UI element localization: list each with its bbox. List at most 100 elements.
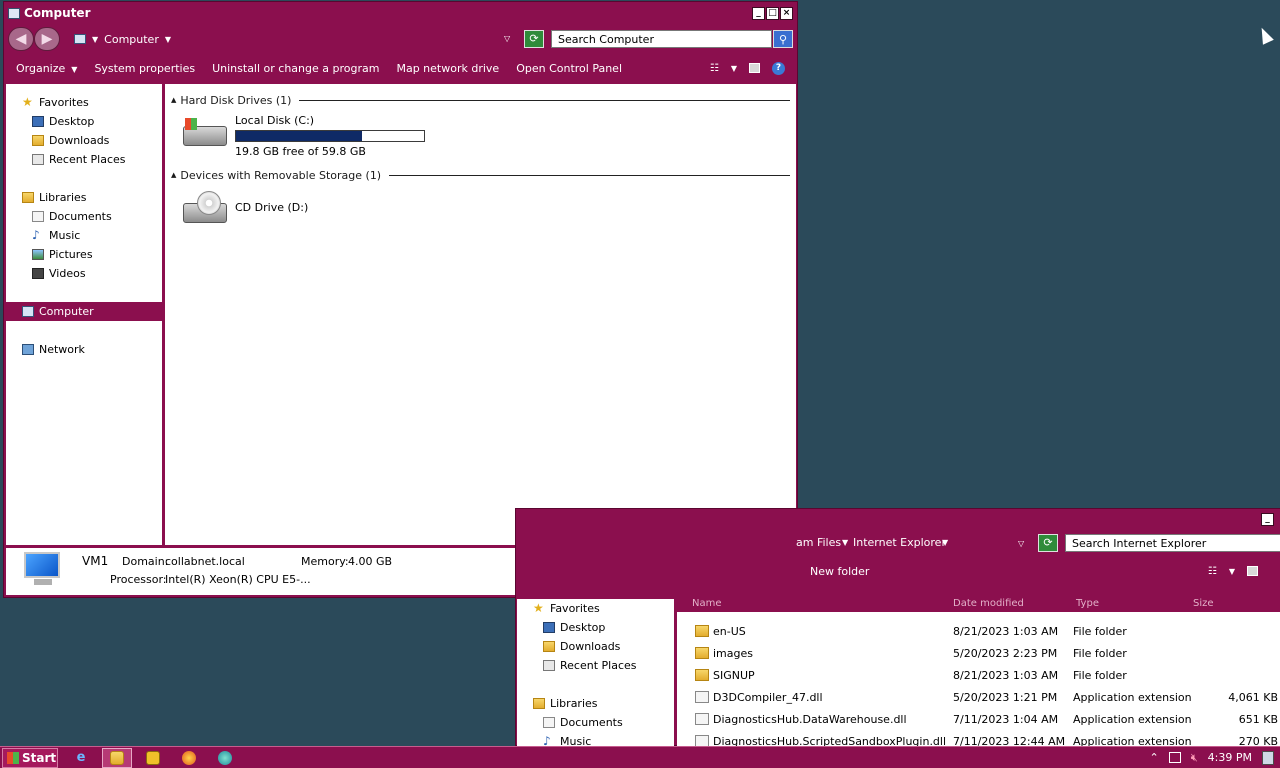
nav-label: Music — [49, 229, 81, 242]
open-control-panel-button[interactable]: Open Control Panel — [516, 62, 622, 75]
group-title: Hard Disk Drives (1) — [180, 93, 292, 107]
windows-logo-icon — [7, 751, 19, 764]
address-history-dropdown[interactable]: ▽ — [504, 34, 510, 43]
refresh-button[interactable]: ⟳ — [1038, 534, 1058, 552]
system-properties-button[interactable]: System properties — [94, 62, 195, 75]
table-row[interactable]: en-US 8/21/2023 1:03 AM File folder — [695, 621, 1280, 641]
nav-documents[interactable]: Documents — [6, 207, 162, 226]
nav-libraries[interactable]: Libraries — [6, 188, 162, 207]
volume-muted-icon[interactable]: 🔇︎ — [1191, 751, 1198, 765]
taskbar-firefox[interactable] — [174, 748, 204, 768]
collapse-icon[interactable]: ▲ — [171, 96, 176, 104]
table-row[interactable]: DiagnosticsHub.DataWarehouse.dll 7/11/202… — [695, 709, 1280, 729]
back-button[interactable]: ◀ — [8, 27, 34, 51]
column-size[interactable]: Size — [1193, 598, 1214, 609]
breadcrumb-program-files[interactable]: am Files — [796, 536, 841, 549]
organize-label: Organize — [16, 61, 66, 75]
domain-value: collabnet.local — [165, 555, 245, 568]
file-type: File folder — [1073, 624, 1127, 638]
minimize-button[interactable]: _ — [1261, 512, 1274, 526]
drive-local-disk[interactable]: Local Disk (C:) 19.8 GB free of 59.8 GB — [181, 114, 790, 158]
downloads-icon — [32, 135, 44, 146]
drive-name: CD Drive (D:) — [235, 201, 309, 214]
column-type[interactable]: Type — [1076, 598, 1099, 609]
nav-computer[interactable]: Computer — [6, 302, 162, 321]
search-button[interactable]: ⚲ — [773, 30, 793, 48]
nav-label: Favorites — [39, 96, 89, 109]
star-icon: ★ — [533, 601, 544, 615]
back-arrow-icon: ◀ — [15, 31, 27, 47]
preview-pane-icon[interactable] — [1247, 566, 1258, 576]
column-date-modified[interactable]: Date modified — [953, 598, 1024, 609]
nav-label: Downloads — [560, 640, 621, 653]
table-row[interactable]: D3DCompiler_47.dll 5/20/2023 1:21 PM Appli… — [695, 687, 1280, 707]
address-history-dropdown[interactable]: ▽ — [1018, 539, 1024, 548]
view-options-icon[interactable]: ☷ — [1208, 566, 1217, 577]
taskbar-explorer[interactable] — [102, 747, 132, 768]
breadcrumb-internet-explorer[interactable]: Internet Explorer — [853, 536, 946, 549]
minimize-button[interactable]: _ — [752, 6, 765, 20]
search-input[interactable]: Search Computer — [551, 30, 772, 48]
chevron-down-icon[interactable]: ▼ — [942, 538, 948, 547]
maximize-button[interactable]: □ — [766, 6, 779, 20]
group-hard-disk-drives[interactable]: ▲ Hard Disk Drives (1) — [171, 92, 790, 108]
nav-videos[interactable]: Videos — [6, 264, 162, 283]
view-dropdown-icon[interactable]: ▼ — [1229, 567, 1235, 576]
nav-label: Desktop — [49, 115, 95, 128]
taskbar-media[interactable] — [138, 748, 168, 768]
view-dropdown-icon[interactable]: ▼ — [731, 64, 737, 73]
breadcrumb-computer[interactable]: Computer — [104, 33, 159, 46]
taskbar-ie[interactable]: e — [66, 748, 96, 768]
nav-desktop[interactable]: Desktop — [6, 112, 162, 131]
nav-favorites[interactable]: ★ Favorites — [6, 93, 162, 112]
map-network-drive-button[interactable]: Map network drive — [396, 62, 499, 75]
new-folder-button[interactable]: New folder — [810, 565, 869, 578]
nav-recent-places[interactable]: Recent Places — [517, 656, 674, 675]
desktop-icon — [543, 622, 555, 633]
show-hidden-icons-icon[interactable]: ⌃ — [1150, 751, 1159, 764]
network-tray-icon[interactable] — [1168, 752, 1181, 763]
close-button[interactable]: × — [780, 6, 793, 20]
uninstall-program-button[interactable]: Uninstall or change a program — [212, 62, 379, 75]
file-date: 8/21/2023 1:03 AM — [953, 668, 1059, 682]
hard-drive-icon — [181, 114, 229, 148]
downloads-icon — [543, 641, 555, 652]
preview-pane-icon[interactable] — [749, 63, 760, 73]
group-divider — [299, 99, 790, 101]
nav-music[interactable]: ♪ Music — [6, 226, 162, 245]
title-bar[interactable]: _ — [516, 509, 1280, 529]
organize-button[interactable]: Organize ▼ — [16, 62, 77, 75]
table-row[interactable]: SIGNUP 8/21/2023 1:03 AM File folder — [695, 665, 1280, 685]
breadcrumb[interactable]: ▼ Computer ▼ — [74, 33, 171, 46]
drive-cd[interactable]: CD Drive (D:) — [181, 191, 790, 225]
view-options-icon[interactable]: ☷ — [710, 63, 719, 74]
processor-label: Processor: — [110, 573, 167, 586]
chevron-down-icon[interactable]: ▼ — [842, 538, 848, 547]
nav-libraries[interactable]: Libraries — [517, 694, 674, 713]
nav-downloads[interactable]: Downloads — [6, 131, 162, 150]
column-name[interactable]: Name — [692, 598, 722, 609]
nav-pictures[interactable]: Pictures — [6, 245, 162, 264]
search-input[interactable]: Search Internet Explorer — [1065, 534, 1280, 552]
nav-downloads[interactable]: Downloads — [517, 637, 674, 656]
refresh-button[interactable]: ⟳ — [524, 30, 544, 48]
nav-network[interactable]: Network — [6, 340, 162, 359]
clock[interactable]: 4:39 PM — [1208, 751, 1252, 764]
group-removable-storage[interactable]: ▲ Devices with Removable Storage (1) — [171, 167, 790, 183]
collapse-icon[interactable]: ▲ — [171, 171, 176, 179]
chevron-down-icon[interactable]: ▼ — [92, 35, 98, 44]
table-row[interactable]: images 5/20/2023 2:23 PM File folder — [695, 643, 1280, 663]
taskbar-app[interactable] — [210, 748, 240, 768]
show-desktop-button[interactable] — [1262, 750, 1274, 765]
help-icon[interactable]: ? — [772, 61, 785, 75]
start-button[interactable]: Start — [2, 747, 58, 768]
nav-recent-places[interactable]: Recent Places — [6, 150, 162, 169]
nav-documents[interactable]: Documents — [517, 713, 674, 732]
title-bar[interactable]: Computer _ □ × — [4, 2, 797, 24]
forward-button[interactable]: ▶ — [34, 27, 60, 51]
nav-desktop[interactable]: Desktop — [517, 618, 674, 637]
chevron-down-icon[interactable]: ▼ — [165, 35, 171, 44]
nav-music[interactable]: ♪ Music — [517, 732, 674, 746]
nav-favorites[interactable]: ★ Favorites — [517, 599, 674, 618]
internet-explorer-icon: e — [76, 750, 86, 765]
